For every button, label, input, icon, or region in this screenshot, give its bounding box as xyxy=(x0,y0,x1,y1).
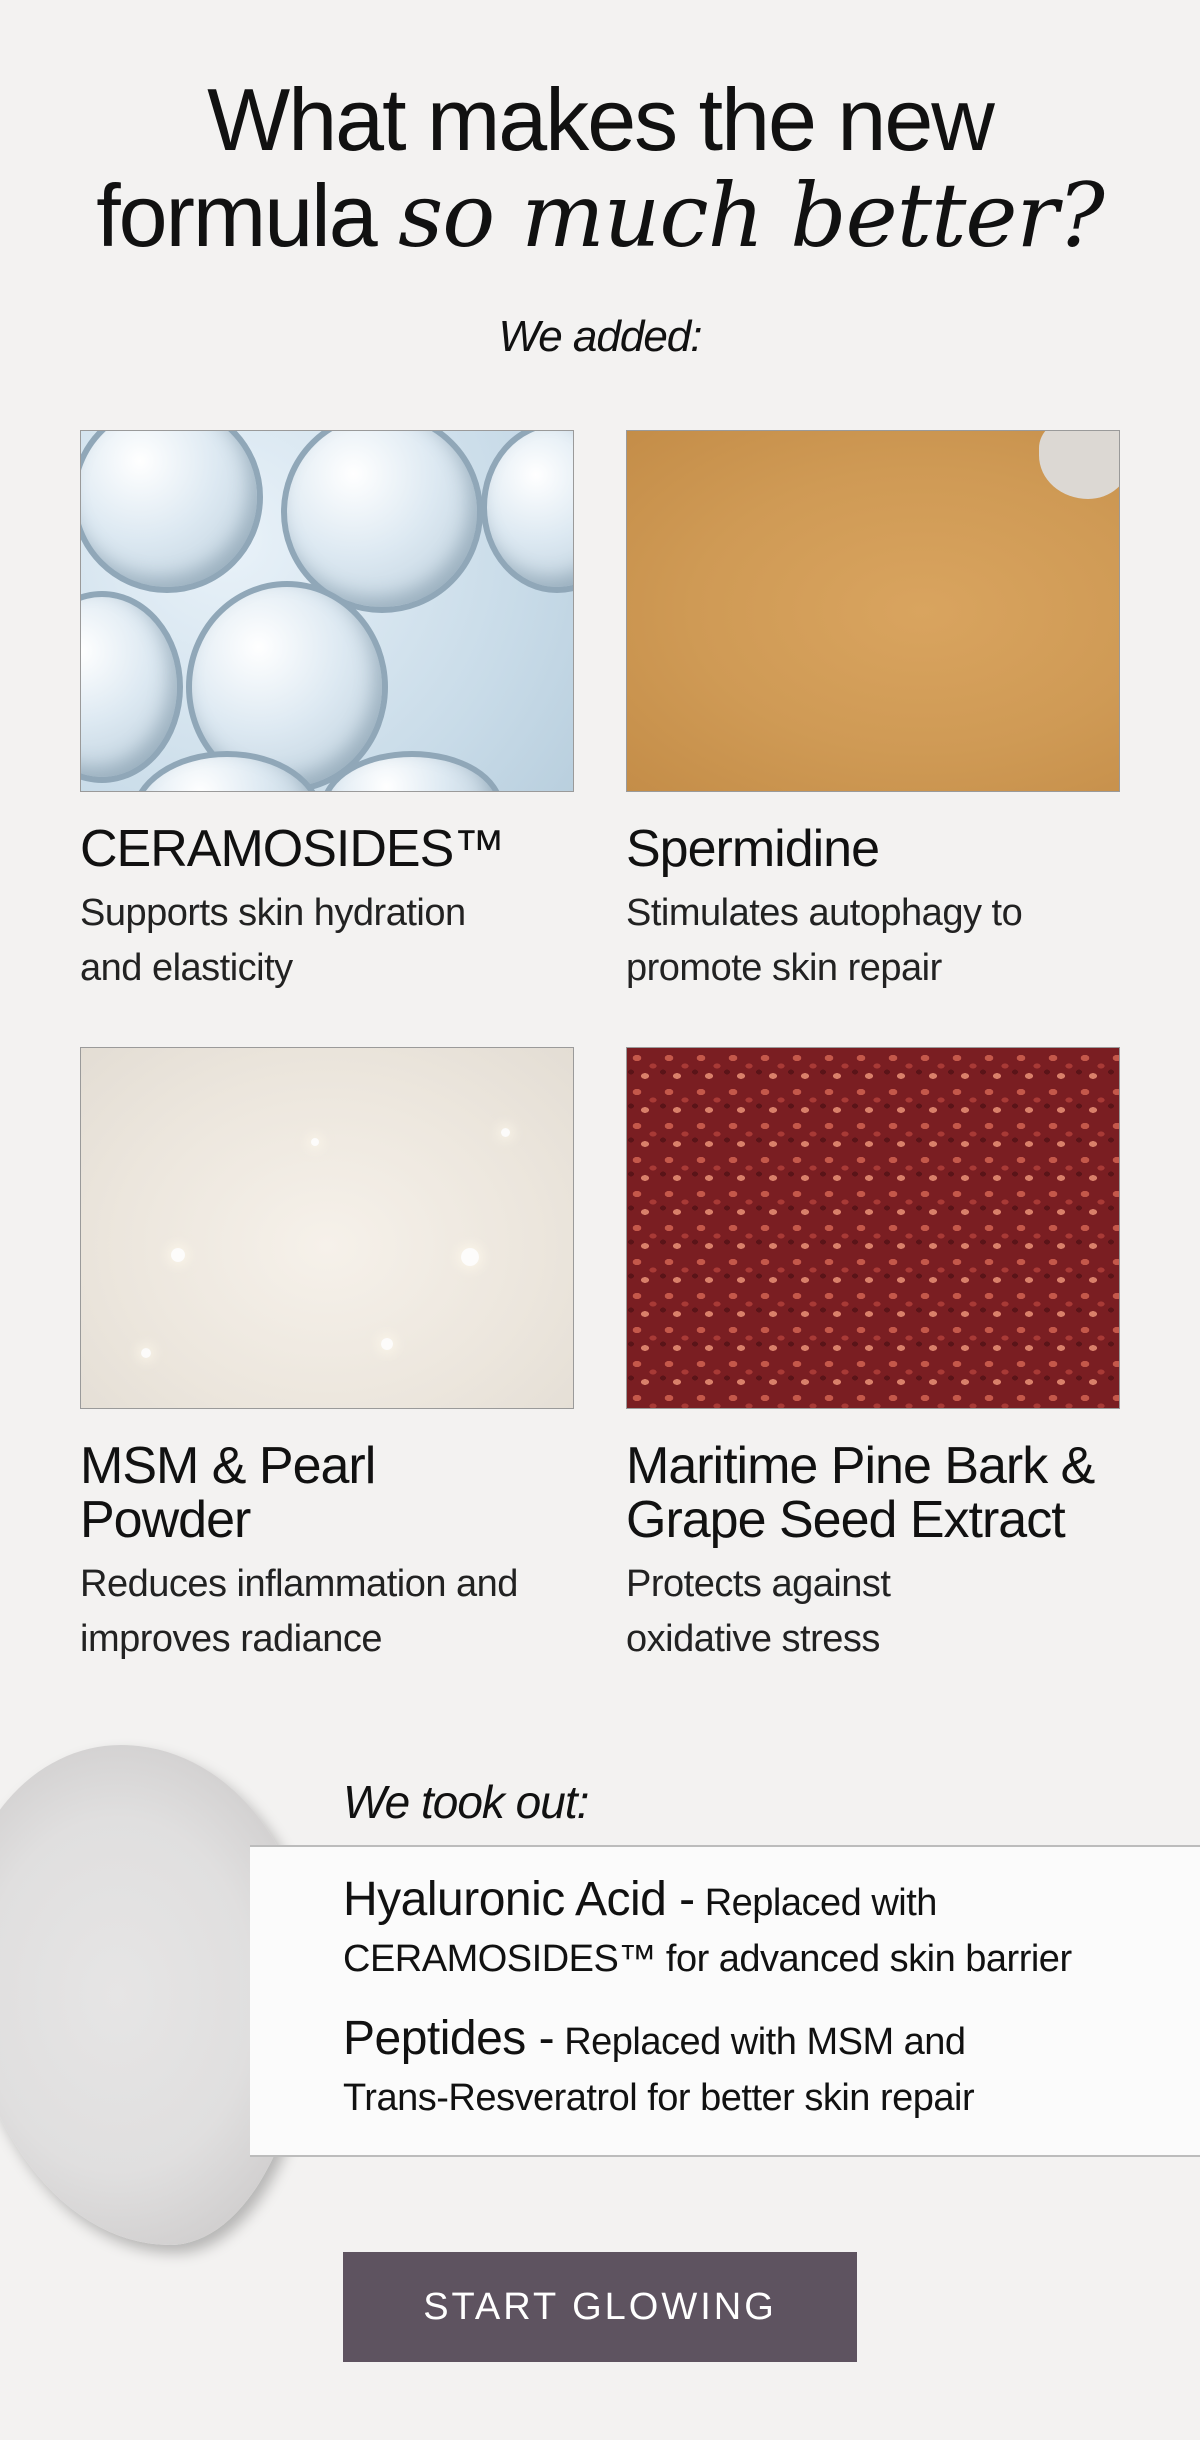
removed-item-text: Replaced with xyxy=(564,2021,797,2063)
description-line: Reduces inflammation and xyxy=(80,1563,518,1605)
ingredient-name: CERAMOSIDES™ xyxy=(80,820,505,878)
replacement-ingredient: CERAMOSIDES™ xyxy=(343,1938,656,1980)
ingredient-card-spermidine: Spermidine Stimulates autophagy to promo… xyxy=(626,430,1120,996)
description-line: Supports skin hydration xyxy=(80,892,466,934)
description-line: oxidative stress xyxy=(626,1618,880,1660)
added-section-label: We added: xyxy=(498,312,702,361)
removed-item-name: Peptides - xyxy=(343,2012,555,2065)
removed-item-text: for advanced skin barrier xyxy=(665,1938,1072,1980)
replacement-ingredient: Trans-Resveratrol xyxy=(343,2077,638,2119)
removed-item-text: Replaced with xyxy=(704,1882,938,1924)
removed-item-hyaluronic-acid: Hyaluronic Acid - Replaced with CERAMOSI… xyxy=(343,1872,1163,1987)
name-line: MSM & Pearl xyxy=(80,1437,376,1495)
name-line: Powder xyxy=(80,1491,251,1549)
description-line: and elasticity xyxy=(80,947,293,989)
msm-pearl-image xyxy=(80,1047,574,1409)
description-line: promote skin repair xyxy=(626,947,942,989)
description-line: improves radiance xyxy=(80,1618,382,1660)
headline-line-2: formula so much better? xyxy=(0,168,1200,264)
description-line: Protects against xyxy=(626,1563,891,1605)
ingredient-description: Stimulates autophagy to promote skin rep… xyxy=(626,886,1120,996)
ingredient-name: Spermidine xyxy=(626,820,880,878)
removed-item-text: for better skin repair xyxy=(647,2077,975,2119)
ingredient-description: Reduces inflammation and improves radian… xyxy=(80,1557,574,1667)
ingredient-description: Protects against oxidative stress xyxy=(626,1557,1120,1667)
headline-italic-text: so much better? xyxy=(398,164,1105,267)
spermidine-image xyxy=(626,430,1120,792)
ingredient-card-pine-bark-grape-seed: Maritime Pine Bark & Grape Seed Extract … xyxy=(626,1047,1120,1667)
removed-item-text: and xyxy=(903,2021,966,2063)
ingredient-description: Supports skin hydration and elasticity xyxy=(80,886,574,996)
removed-item-name: Hyaluronic Acid - xyxy=(343,1873,695,1926)
ingredient-name: MSM & Pearl Powder xyxy=(80,1439,574,1547)
description-line: Stimulates autophagy to xyxy=(626,892,1023,934)
grape-seed-image xyxy=(626,1047,1120,1409)
removed-section-label: We took out: xyxy=(343,1776,589,1828)
name-line: Maritime Pine Bark & xyxy=(626,1437,1095,1495)
page-headline: What makes the new formula so much bette… xyxy=(0,72,1200,264)
headline-line-1: What makes the new xyxy=(207,70,995,169)
name-line: Grape Seed Extract xyxy=(626,1491,1066,1549)
ingredient-name: Maritime Pine Bark & Grape Seed Extract xyxy=(626,1439,1120,1547)
ceramosides-image xyxy=(80,430,574,792)
ingredient-card-msm-pearl: MSM & Pearl Powder Reduces inflammation … xyxy=(80,1047,574,1667)
headline-plain-text: formula xyxy=(96,166,377,265)
start-glowing-button[interactable]: START GLOWING xyxy=(343,2252,857,2362)
ingredient-card-ceramosides: CERAMOSIDES™ Supports skin hydration and… xyxy=(80,430,574,996)
removed-item-peptides: Peptides - Replaced with MSM and Trans-R… xyxy=(343,2011,1163,2126)
replacement-ingredient: MSM xyxy=(806,2021,894,2063)
